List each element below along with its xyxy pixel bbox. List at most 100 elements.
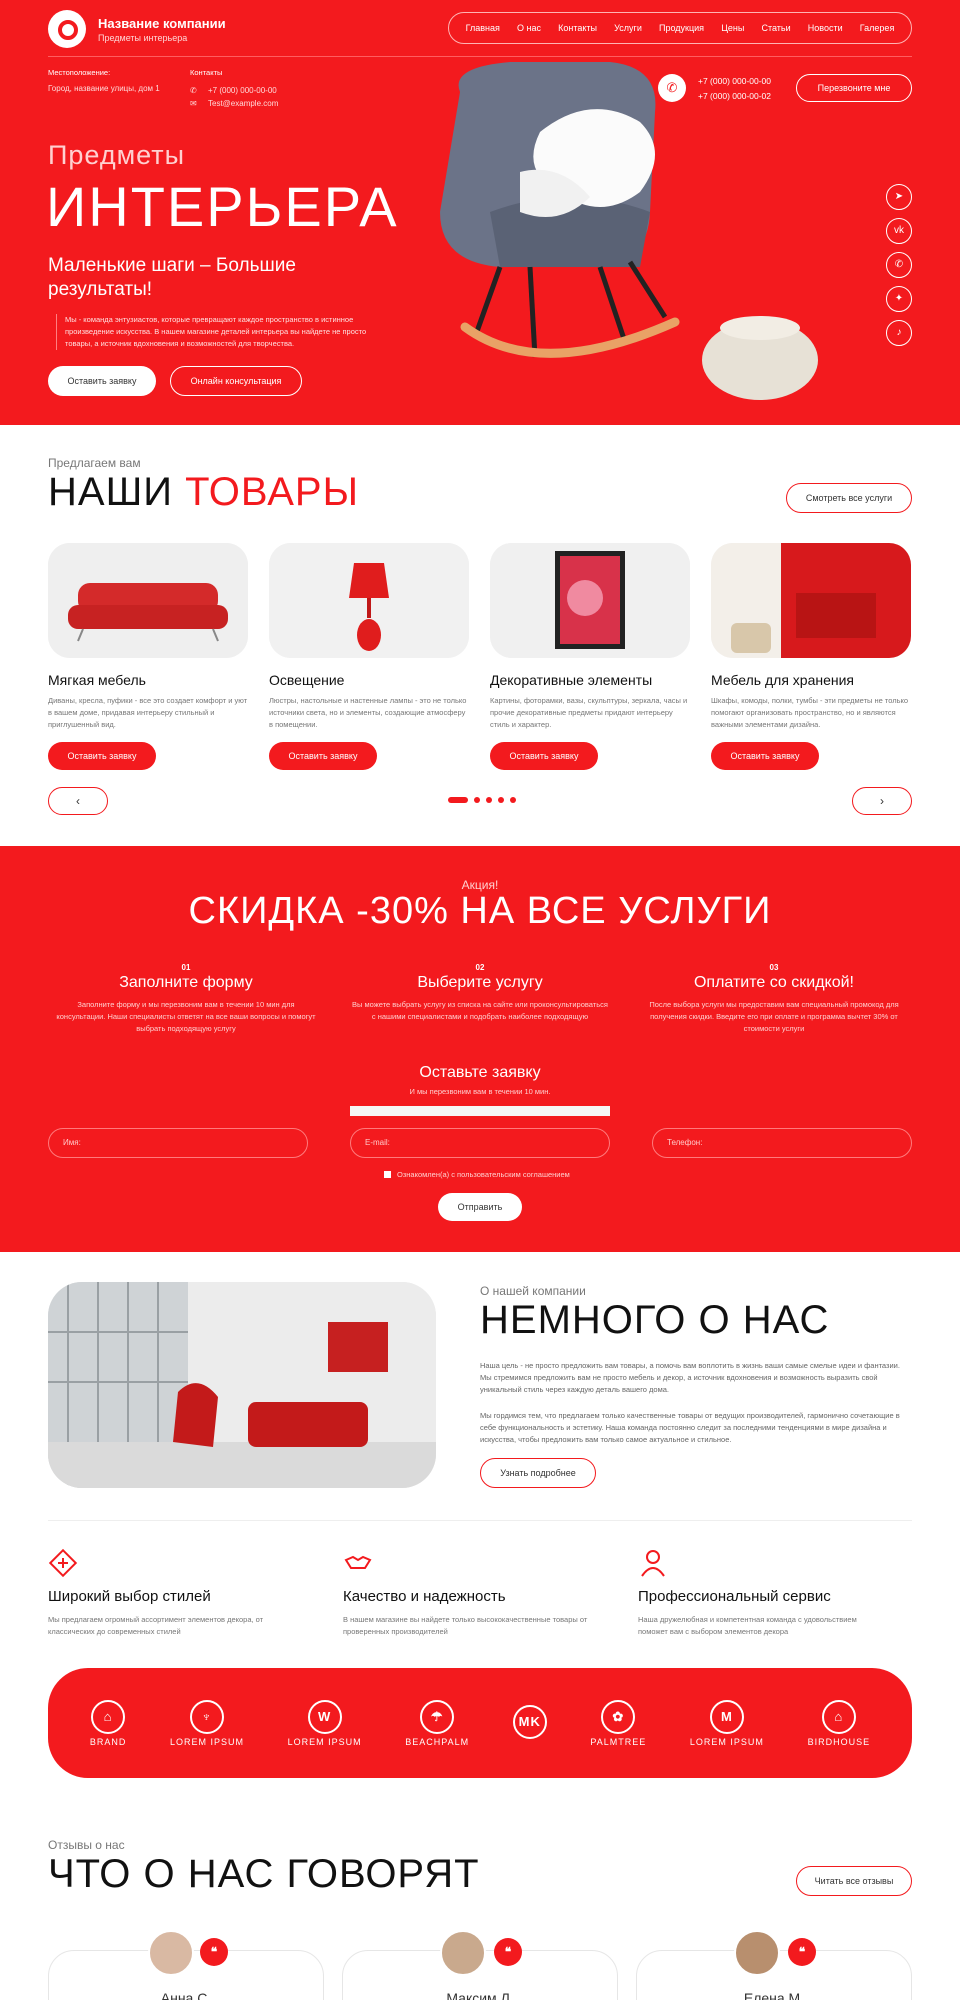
slider-prev-button[interactable]: ‹ (48, 787, 108, 815)
products-title-black: НАШИ (48, 470, 173, 514)
nav-item-about[interactable]: О нас (517, 23, 541, 33)
section-divider (48, 1520, 912, 1521)
hero-consult-button[interactable]: Онлайн консультация (170, 366, 302, 396)
feature-text: В нашем магазине вы найдете только высок… (343, 1615, 588, 1636)
quote-icon: ❝ (200, 1938, 228, 1966)
card-image-storage[interactable] (711, 543, 911, 658)
products-title-red: ТОВАРЫ (185, 470, 359, 514)
reviewer-name: Максим Л. (446, 1990, 514, 2000)
chair-image (440, 62, 680, 358)
feature-title: Профессиональный сервис (638, 1588, 831, 1605)
location-label: Местоположение: (48, 68, 111, 77)
brand-logo[interactable]: ♆ LOREM IPSUM (170, 1699, 244, 1747)
reviews-title: ЧТО О НАС ГОВОРЯТ (48, 1852, 480, 1896)
phone-field[interactable]: Телефон: (652, 1128, 912, 1158)
brand-logo[interactable]: ✿ PALMTREE (590, 1699, 646, 1747)
slider-next-button[interactable]: › (852, 787, 912, 815)
brand-logo[interactable]: M LOREM IPSUM (690, 1699, 764, 1747)
contact-phone[interactable]: +7 (000) 000-00-00 (208, 86, 277, 95)
slider-dot[interactable] (486, 797, 492, 803)
reviewer-name: Елена М. (743, 1990, 805, 2000)
feature-title: Качество и надежность (343, 1588, 506, 1605)
avatar (148, 1930, 194, 1976)
phone-icon: ✆ (190, 86, 197, 95)
agreement-label: Ознакомлен(а) с пользовательским соглаше… (397, 1170, 570, 1179)
products-title: НАШИ ТОВАРЫ (48, 470, 359, 515)
nav-item-articles[interactable]: Статьи (761, 23, 790, 33)
bell-icon[interactable]: ♪ (886, 320, 912, 346)
nav-item-contacts[interactable]: Контакты (558, 23, 597, 33)
step-title: Заполните форму (119, 974, 253, 991)
card-request-button[interactable]: Оставить заявку (711, 742, 819, 770)
step-number: 01 (181, 963, 191, 972)
company-name: Название компании (98, 15, 226, 31)
contact-email[interactable]: Test@example.com (208, 99, 278, 108)
brand-logo[interactable]: ☂ BEACHPALM (405, 1699, 469, 1747)
submit-button[interactable]: Отправить (438, 1193, 522, 1221)
slider-dot[interactable] (510, 797, 516, 803)
nav-item-prices[interactable]: Цены (721, 23, 744, 33)
hero-request-button[interactable]: Оставить заявку (48, 366, 156, 396)
vk-icon[interactable]: vk (886, 218, 912, 244)
nav-item-services[interactable]: Услуги (614, 23, 642, 33)
brand-logo[interactable]: W LOREM IPSUM (288, 1699, 362, 1747)
all-reviews-button[interactable]: Читать все отзывы (796, 1866, 912, 1896)
reviews-pre-title: Отзывы о нас (48, 1838, 125, 1852)
card-image-sofa[interactable] (48, 543, 248, 658)
form-subtitle: И мы перезвоним вам в течении 10 мин. (409, 1087, 551, 1096)
nav-item-products[interactable]: Продукция (659, 23, 704, 33)
logo[interactable]: Название компании Предметы интерьера (48, 10, 226, 48)
avatar (440, 1930, 486, 1976)
location-value: Город, название улицы, дом 1 (48, 84, 160, 93)
card-image-painting[interactable] (490, 543, 690, 658)
step-title: Выберите услугу (417, 974, 543, 991)
step-text: Заполните форму и мы перезвоним вам в те… (56, 1000, 316, 1033)
whatsapp-icon[interactable]: ✆ (886, 252, 912, 278)
email-field[interactable]: E-mail: (350, 1128, 610, 1158)
slider-dot[interactable] (448, 797, 468, 803)
card-text: Диваны, кресла, пуфики - все это создает… (48, 696, 248, 729)
hero-pre-title: Предметы (48, 140, 186, 170)
main-nav: Главная О нас Контакты Услуги Продукция … (448, 12, 912, 44)
brand-logo[interactable]: ⌂ BRAND (90, 1699, 127, 1747)
card-request-button[interactable]: Оставить заявку (48, 742, 156, 770)
nav-item-gallery[interactable]: Галерея (860, 23, 895, 33)
slider-dot[interactable] (498, 797, 504, 803)
mail-icon: ✉ (190, 99, 197, 108)
promo-title: СКИДКА -30% НА ВСЕ УСЛУГИ (188, 890, 772, 932)
form-title: Оставьте заявку (419, 1064, 541, 1081)
all-services-button[interactable]: Смотреть все услуги (786, 483, 912, 513)
form-decoration-bar (350, 1106, 610, 1116)
callback-button[interactable]: Перезвоните мне (796, 74, 912, 102)
brand-logo[interactable]: ⌂ BIRDHOUSE (808, 1699, 871, 1747)
name-field[interactable]: Имя: (48, 1128, 308, 1158)
feature-text: Мы предлагаем огромный ассортимент элеме… (48, 1615, 264, 1636)
contacts-label: Контакты (190, 68, 223, 77)
telegram-icon[interactable]: ➤ (886, 184, 912, 210)
nav-item-news[interactable]: Новости (808, 23, 843, 33)
card-title: Освещение (269, 672, 345, 688)
about-more-button[interactable]: Узнать подробнее (480, 1458, 596, 1488)
header-divider (48, 56, 912, 57)
avatar (734, 1930, 780, 1976)
card-image-lamp[interactable] (269, 543, 469, 658)
slider-dot[interactable] (474, 797, 480, 803)
handshake-icon (344, 1555, 372, 1569)
card-text: Шкафы, комоды, полки, тумбы - эти предме… (711, 696, 909, 729)
nav-item-home[interactable]: Главная (466, 23, 500, 33)
step-text: После выбора услуги мы предоставим вам с… (649, 1000, 899, 1033)
slider-dots (448, 797, 516, 803)
products-pre-title: Предлагаем вам (48, 456, 141, 470)
agreement-checkbox[interactable]: Ознакомлен(а) с пользовательским соглаше… (384, 1170, 570, 1179)
quote-icon: ❝ (494, 1938, 522, 1966)
step-title: Оплатите со скидкой! (693, 974, 854, 991)
twitter-icon[interactable]: ✦ (886, 286, 912, 312)
card-request-button[interactable]: Оставить заявку (490, 742, 598, 770)
about-paragraph-2: Мы гордимся тем, что предлагаем только к… (480, 1411, 900, 1444)
checkbox-icon[interactable] (384, 1171, 391, 1178)
card-request-button[interactable]: Оставить заявку (269, 742, 377, 770)
about-image (48, 1282, 436, 1488)
step-text: Вы можете выбрать услугу из списка на са… (352, 1000, 608, 1021)
card-title: Мягкая мебель (48, 672, 146, 688)
brand-logo[interactable]: MK (512, 1704, 547, 1742)
